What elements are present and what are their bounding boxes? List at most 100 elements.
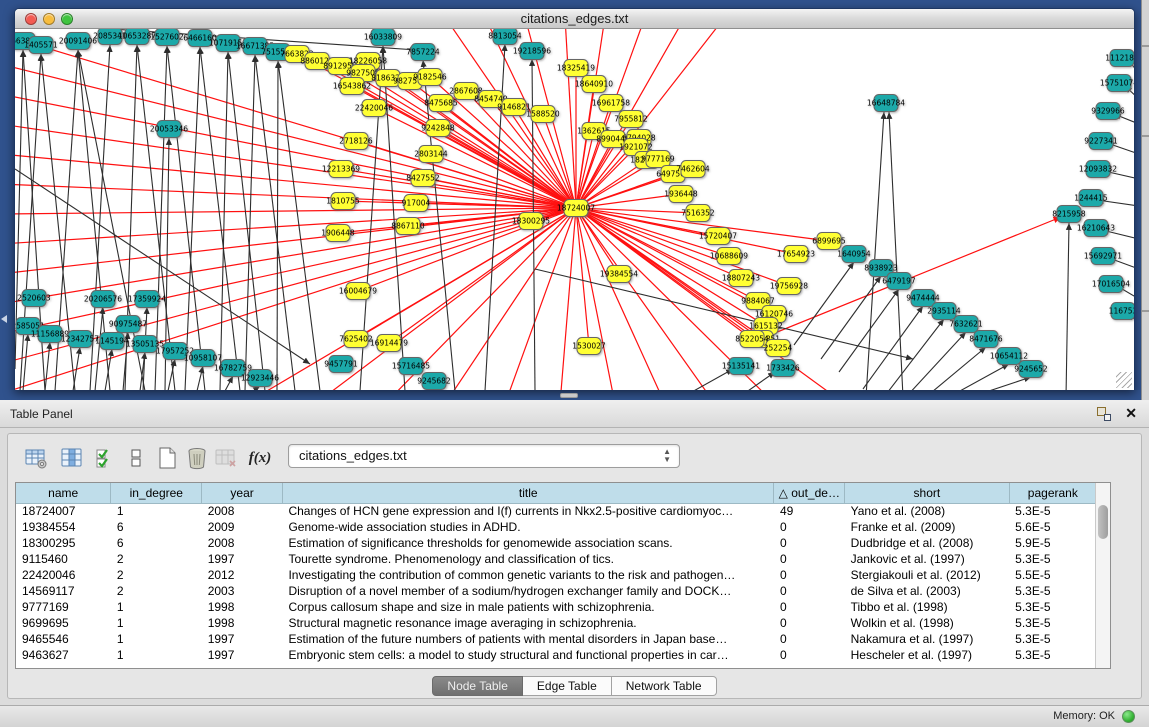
table-cell[interactable]: 5.6E-5 <box>1009 519 1096 535</box>
selected-node[interactable]: 7625402 <box>339 331 373 348</box>
table-cell[interactable]: 2008 <box>202 503 283 519</box>
node[interactable]: 9329966 <box>1091 103 1125 120</box>
selected-node[interactable]: 1530027 <box>572 338 606 355</box>
node[interactable]: 7857224 <box>406 44 440 61</box>
selected-node[interactable]: 7516352 <box>681 205 715 222</box>
selected-node[interactable]: 1810755 <box>326 193 360 210</box>
table-cell[interactable]: 2012 <box>202 567 283 583</box>
table-row[interactable]: 2242004622012Investigating the contribut… <box>16 567 1096 583</box>
table-cell[interactable]: 9777169 <box>16 599 111 615</box>
table-source-dropdown[interactable]: citations_edges.txt ▲▼ <box>288 444 680 468</box>
table-cell[interactable]: Nakamura et al. (1997) <box>845 631 1010 647</box>
table-cell[interactable]: Investigating the contribution of common… <box>282 567 774 583</box>
table-cell[interactable]: Tibbo et al. (1998) <box>845 599 1010 615</box>
table-cell[interactable]: Tourette syndrome. Phenomenology and cla… <box>282 551 774 567</box>
table-cell[interactable]: 2 <box>111 567 202 583</box>
table-cell[interactable]: 1 <box>111 631 202 647</box>
node[interactable]: 2520603 <box>17 290 51 307</box>
selected-node[interactable]: 9182546 <box>413 69 447 86</box>
selected-node[interactable]: 8427552 <box>406 170 440 187</box>
memory-ok-indicator-icon[interactable] <box>1122 710 1135 723</box>
node[interactable]: 1145194 <box>95 333 129 350</box>
column-checks-icon[interactable] <box>92 444 120 472</box>
selected-node[interactable]: 19756928 <box>770 278 808 295</box>
table-row[interactable]: 969969511998Structural magnetic resonanc… <box>16 615 1096 631</box>
node[interactable]: 15692971 <box>1084 248 1122 265</box>
table-cell[interactable]: 9699695 <box>16 615 111 631</box>
table-cell[interactable]: 22420046 <box>16 567 111 583</box>
node[interactable]: 9245682 <box>417 373 451 390</box>
node[interactable]: 1405571 <box>24 37 58 54</box>
network-view-canvas[interactable]: 1663804140557120091406208534110653287152… <box>15 29 1134 390</box>
table-cell[interactable]: Embryonic stem cells: a model to study s… <box>282 647 774 663</box>
node[interactable]: 15751074 <box>1100 75 1134 92</box>
selected-node[interactable]: 16004679 <box>339 283 377 300</box>
node[interactable]: 8215958 <box>1052 206 1086 223</box>
table-cell[interactable]: 5.3E-5 <box>1009 583 1096 599</box>
selected-node[interactable]: 8867110 <box>391 218 425 235</box>
node[interactable]: 1244415 <box>1074 190 1108 207</box>
selected-node[interactable]: 7462604 <box>676 161 710 178</box>
table-cell[interactable]: 2 <box>111 583 202 599</box>
selected-node[interactable]: 9242848 <box>421 120 455 137</box>
citation-network-graph[interactable]: 1663804140557120091406208534110653287152… <box>15 29 1134 390</box>
table-cell[interactable]: 0 <box>774 551 845 567</box>
table-cell[interactable]: 1997 <box>202 551 283 567</box>
node[interactable]: 1112184 <box>1105 50 1134 67</box>
table-cell[interactable]: Estimation of the future numbers of pati… <box>282 631 774 647</box>
node[interactable]: 6479197 <box>882 273 916 290</box>
column-header-out_de[interactable]: △ out_de… <box>774 483 845 503</box>
table-row[interactable]: 1872400712008Changes of HCN gene express… <box>16 503 1096 519</box>
node[interactable]: 90975487 <box>109 316 147 333</box>
tab-network-table[interactable]: Network Table <box>612 676 717 696</box>
table-row[interactable]: 1938455462009Genome-wide association stu… <box>16 519 1096 535</box>
table-row[interactable]: 977716911998Corpus callosum shape and si… <box>16 599 1096 615</box>
table-cell[interactable]: 6 <box>111 535 202 551</box>
node[interactable]: 20053346 <box>150 121 188 138</box>
table-cell[interactable]: Dudbridge et al. (2008) <box>845 535 1010 551</box>
new-table-icon[interactable] <box>153 444 181 472</box>
network-window[interactable]: citations_edges.txt 16638041405571200914… <box>14 8 1135 390</box>
node[interactable]: 15716485 <box>392 358 430 375</box>
table-cell[interactable]: 0 <box>774 583 845 599</box>
column-header-name[interactable]: name <box>16 483 111 503</box>
column-header-pagerank[interactable]: pagerank <box>1009 483 1096 503</box>
table-cell[interactable]: 1997 <box>202 631 283 647</box>
tab-edge-table[interactable]: Edge Table <box>523 676 612 696</box>
node[interactable]: 9245652 <box>1014 361 1048 378</box>
node[interactable]: 116753 <box>1109 303 1134 320</box>
table-cell[interactable]: Stergiakouli et al. (2012) <box>845 567 1010 583</box>
selected-node[interactable]: 9777169 <box>641 151 675 168</box>
table-cell[interactable]: 1 <box>111 503 202 519</box>
column-header-in_degree[interactable]: in_degree <box>111 483 202 503</box>
node[interactable]: 1640954 <box>837 246 871 263</box>
node[interactable]: 16210643 <box>1077 220 1115 237</box>
close-panel-icon[interactable]: ✕ <box>1125 405 1137 422</box>
table-cell[interactable]: 9115460 <box>16 551 111 567</box>
node[interactable]: 8471676 <box>969 331 1003 348</box>
delete-table-icon[interactable] <box>183 444 211 472</box>
selected-node[interactable]: 10688609 <box>710 248 748 265</box>
selected-node[interactable]: 15720407 <box>699 228 737 245</box>
table-cell[interactable]: Jankovic et al. (1997) <box>845 551 1010 567</box>
table-cell[interactable]: 0 <box>774 535 845 551</box>
selected-node[interactable]: 1936448 <box>664 186 698 203</box>
table-cell[interactable]: 1 <box>111 647 202 663</box>
table-cell[interactable]: 18724007 <box>16 503 111 519</box>
table-cell[interactable]: 0 <box>774 519 845 535</box>
table-cell[interactable]: 5.3E-5 <box>1009 647 1096 663</box>
node[interactable]: 7632621 <box>949 316 983 333</box>
table-cell[interactable]: Genome-wide association studies in ADHD. <box>282 519 774 535</box>
tab-node-table[interactable]: Node Table <box>432 676 523 696</box>
node[interactable]: 9457791 <box>324 356 358 373</box>
table-cell[interactable]: Wolkin et al. (1998) <box>845 615 1010 631</box>
node[interactable]: 20091406 <box>59 33 97 50</box>
selected-node[interactable]: 18325419 <box>557 60 595 77</box>
table-header-row[interactable]: namein_degreeyeartitle△ out_de…shortpage… <box>16 483 1096 503</box>
table-settings-icon[interactable] <box>22 444 50 472</box>
function-builder-icon[interactable]: f(x) <box>246 444 274 472</box>
table-cell[interactable]: 18300295 <box>16 535 111 551</box>
table-cell[interactable]: 1998 <box>202 599 283 615</box>
selected-node[interactable]: 19384554 <box>600 266 638 283</box>
selected-node[interactable]: 17654923 <box>777 246 815 263</box>
